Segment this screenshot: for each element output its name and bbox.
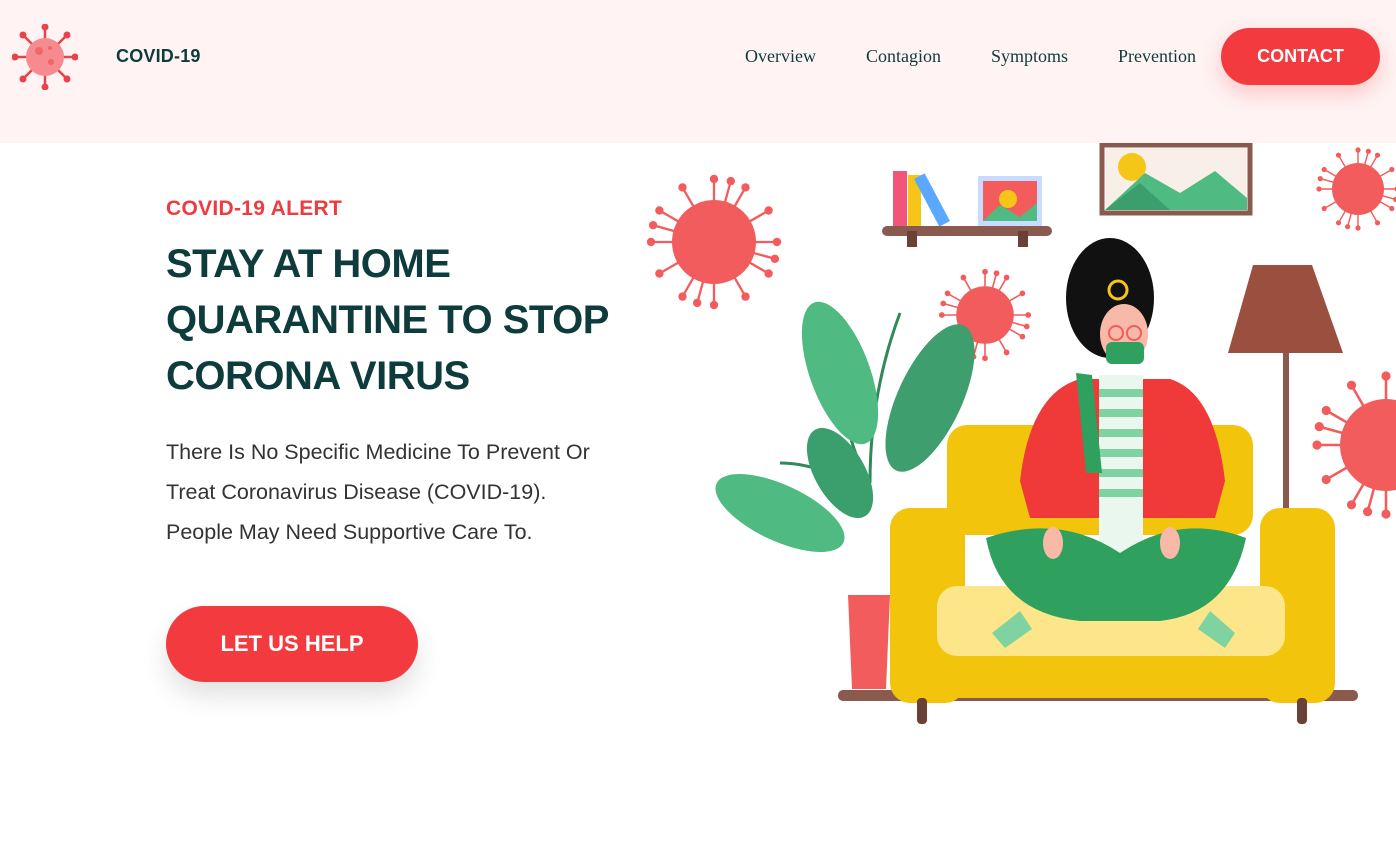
alert-label: COVID-19 ALERT [166, 197, 343, 220]
hero-headline: STAY AT HOME QUARANTINE TO STOP CORONA V… [166, 236, 686, 404]
headline-line: STAY AT HOME [166, 242, 451, 286]
nav-overview[interactable]: Overview [745, 46, 816, 67]
contact-button[interactable]: CONTACT [1221, 28, 1380, 85]
brand-name[interactable]: COVID-19 [116, 46, 201, 67]
description-line: People May Need Supportive Care To. [166, 520, 533, 544]
let-us-help-button[interactable]: LET US HELP [166, 606, 418, 682]
hero-description: There Is No Specific Medicine To Prevent… [166, 432, 666, 552]
description-line: There Is No Specific Medicine To Prevent… [166, 440, 590, 464]
headline-line: QUARANTINE TO STOP [166, 298, 609, 342]
woman-quarantine-illustration [645, 143, 1396, 724]
headline-line: CORONA VIRUS [166, 354, 470, 398]
nav-symptoms[interactable]: Symptoms [991, 46, 1068, 67]
nav-contagion[interactable]: Contagion [866, 46, 941, 67]
site-header: COVID-19 Overview Contagion Symptoms Pre… [0, 0, 1396, 143]
nav-prevention[interactable]: Prevention [1118, 46, 1196, 67]
description-line: Treat Coronavirus Disease (COVID-19). [166, 480, 547, 504]
virus-icon[interactable] [12, 24, 78, 90]
